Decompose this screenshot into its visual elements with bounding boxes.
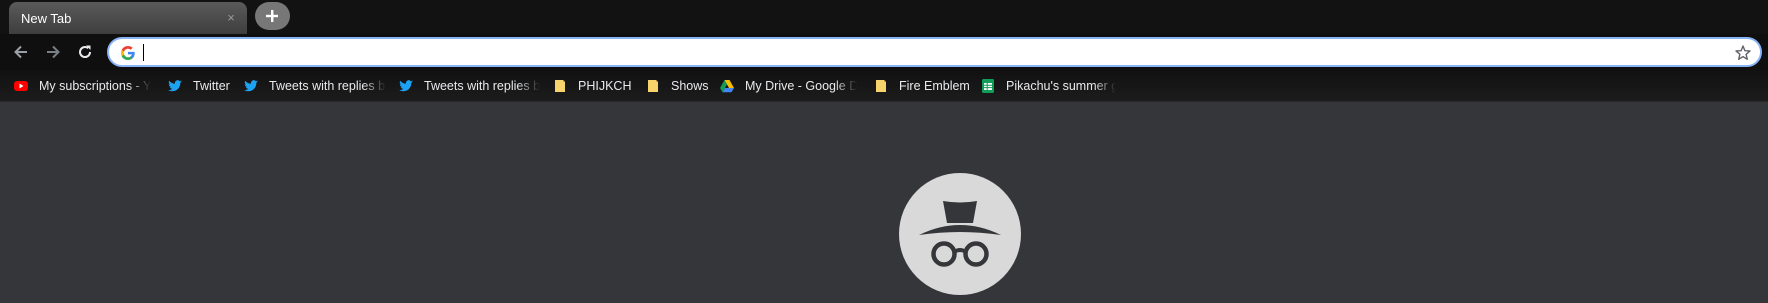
incognito-logo (899, 173, 1021, 295)
bookmark-phijkchu[interactable]: PHIJKCHU (552, 77, 632, 95)
incognito-icon (919, 201, 1001, 267)
back-button[interactable] (11, 42, 31, 62)
bookmark-label: Fire Emblem (899, 79, 969, 93)
bookmark-label: PHIJKCHU (578, 79, 632, 93)
google-drive-icon (720, 80, 734, 93)
youtube-icon (14, 81, 28, 91)
star-icon[interactable] (1734, 44, 1752, 62)
new-tab-button[interactable] (255, 2, 290, 30)
bookmark-label: My subscriptions - Yo (39, 79, 151, 93)
bookmark-label: Shows (671, 79, 709, 93)
tab-title: New Tab (21, 11, 72, 26)
bookmark-tweets-with-replies-2[interactable]: Tweets with replies by (398, 77, 540, 95)
note-icon (648, 80, 658, 92)
twitter-icon (399, 80, 413, 92)
reload-button[interactable] (75, 42, 95, 62)
bookmark-my-drive[interactable]: My Drive - Google Dr (719, 77, 857, 95)
bookmark-label: My Drive - Google Dr (745, 79, 857, 93)
arrow-right-icon (47, 45, 60, 59)
google-g-icon (121, 46, 135, 60)
reload-icon (79, 45, 92, 58)
bookmark-label: Twitter (193, 79, 230, 93)
tab-strip: New Tab × (0, 0, 1768, 34)
google-sheets-icon (982, 79, 994, 93)
note-icon (555, 80, 565, 92)
forward-button[interactable] (43, 42, 63, 62)
tab-new-tab[interactable]: New Tab × (9, 2, 247, 34)
bookmark-label: Tweets with replies by (269, 79, 386, 93)
tab-close-icon[interactable]: × (223, 10, 239, 26)
twitter-icon (168, 80, 182, 92)
new-tab-page (0, 102, 1768, 303)
bookmark-tweets-with-replies-1[interactable]: Tweets with replies by (243, 77, 386, 95)
plus-icon (266, 10, 278, 22)
bookmark-label: Tweets with replies by (424, 79, 540, 93)
twitter-icon (244, 80, 258, 92)
bookmark-pikachus-summer[interactable]: Pikachu's summer ga (980, 77, 1116, 95)
bookmark-my-subscriptions[interactable]: My subscriptions - Yo (13, 77, 151, 95)
bookmarks-bar: My subscriptions - Yo Twitter Tweets wit… (0, 70, 1768, 102)
arrow-left-icon (14, 45, 27, 59)
bookmark-label: Pikachu's summer ga (1006, 79, 1116, 93)
bookmark-shows[interactable]: Shows (645, 77, 709, 95)
bookmark-fire-emblem[interactable]: Fire Emblem (873, 77, 969, 95)
note-icon (876, 80, 886, 92)
address-bar[interactable] (107, 37, 1762, 67)
address-input[interactable] (143, 42, 1703, 62)
text-caret (143, 44, 144, 61)
